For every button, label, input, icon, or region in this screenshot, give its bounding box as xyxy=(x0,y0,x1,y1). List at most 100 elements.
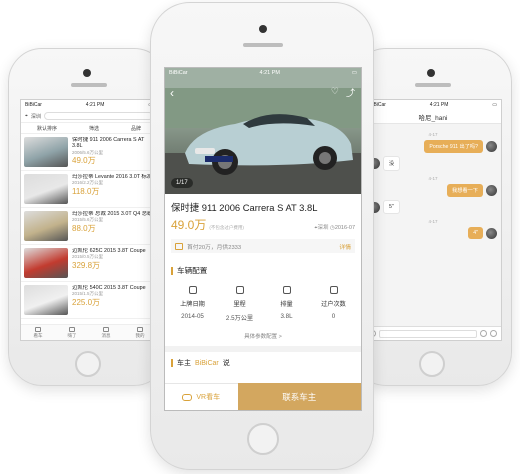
emoji-icon[interactable] xyxy=(480,330,487,337)
message-bubble[interactable]: 我想看一下 xyxy=(447,184,483,197)
home-button xyxy=(247,423,279,455)
showcase: BiBiCar 4:21 PM ▭ ⌖ 深圳 默认排序 筛选 品牌 保时捷 91… xyxy=(0,0,520,474)
carrier: BiBiCar xyxy=(25,102,42,108)
photo-counter: 1/17 xyxy=(171,178,193,188)
share-icon[interactable]: ⤴ xyxy=(346,86,355,99)
tab-bar: 看车 嗨了 消息 我的 xyxy=(21,324,157,340)
list-item[interactable]: 玛莎拉蒂 Levante 2016 3.0T 标准 2016/2.2万公里 118.… xyxy=(21,171,157,208)
avatar[interactable] xyxy=(486,141,497,152)
location-icon: ⌖ xyxy=(25,113,28,119)
tab-messages[interactable]: 消息 xyxy=(102,326,111,339)
car-thumbnail xyxy=(24,248,68,278)
card-icon xyxy=(175,242,183,250)
add-icon[interactable] xyxy=(490,330,497,337)
tab-profile[interactable]: 我的 xyxy=(136,326,145,339)
chat-message: 我想看一下 xyxy=(369,184,497,197)
chat-message: 没 xyxy=(369,156,497,171)
status-bar: BiBiCar 4:21 PM ▭ xyxy=(365,100,501,110)
config-cell: 排量 3.8L xyxy=(267,286,307,322)
spec-value: 3.8L xyxy=(280,313,293,320)
speaker xyxy=(71,83,107,87)
full-specs-link[interactable]: 具体参数配置 > xyxy=(165,324,361,352)
config-grid: 上牌日期 2014-05 里程 2.5万公里 排量 3.8L 过户次数 0 xyxy=(165,278,361,324)
config-cell: 上牌日期 2014-05 xyxy=(173,286,213,322)
speaker xyxy=(243,43,283,47)
city-selector[interactable]: 深圳 xyxy=(31,113,41,120)
spec-icon xyxy=(282,286,291,294)
sort-dropdown[interactable]: 默认排序 xyxy=(37,125,57,132)
chat-screen: BiBiCar 4:21 PM ▭ ‹ 哈尼_hani 4-17 Porsche … xyxy=(364,99,502,341)
chat-message: 5" xyxy=(369,200,497,214)
clock: 4:21 PM xyxy=(259,70,280,76)
car-title: 保时捷 911 2006 Carrera S AT 3.8L xyxy=(171,202,318,213)
vr-headset-icon xyxy=(182,393,193,401)
mail-icon xyxy=(103,326,109,332)
spec-value: 0 xyxy=(331,313,336,320)
message-bubble[interactable]: 4" xyxy=(468,227,483,239)
car-thumbnail xyxy=(24,285,68,315)
spec-value: 2014-05 xyxy=(181,313,204,320)
car-thumbnail xyxy=(24,211,68,241)
chat-input-bar xyxy=(365,326,501,340)
filter-dropdown[interactable]: 筛选 xyxy=(89,125,99,132)
car-photo[interactable]: BiBiCar 4:21 PM ▭ ‹ ♡ ⤴ 1/17 xyxy=(165,68,361,194)
owner-says-heading: 车主 BiBiCar 说 xyxy=(165,352,361,374)
config-cell: 过户次数 0 xyxy=(314,286,354,322)
phone-chat: BiBiCar 4:21 PM ▭ ‹ 哈尼_hani 4-17 Porsche … xyxy=(352,48,512,386)
back-icon[interactable]: ‹ xyxy=(170,86,174,100)
finance-row[interactable]: 首付20万，月供2333 详情 xyxy=(171,239,355,253)
spec-icon xyxy=(188,286,197,294)
price: 49.0万 xyxy=(171,218,207,232)
accent-bar xyxy=(171,359,173,367)
filter-bar: 默认排序 筛选 品牌 xyxy=(21,123,157,134)
camera xyxy=(427,69,435,77)
message-input[interactable] xyxy=(379,329,477,338)
vr-view-button[interactable]: VR看车 xyxy=(165,383,238,410)
car-thumbnail xyxy=(24,137,68,167)
message-bubble[interactable]: 没 xyxy=(383,156,401,171)
listing-price: 88.0万 xyxy=(72,223,96,233)
config-heading: 车辆配置 xyxy=(165,259,361,278)
list-item[interactable]: 迈凯伦 540C 2015 3.8T Coupe 2015/1.5万公里 225.0… xyxy=(21,282,157,319)
tab-feed[interactable]: 嗨了 xyxy=(68,326,77,339)
message-bubble[interactable]: Porsche 911 出了吗? xyxy=(424,140,483,153)
status-bar: BiBiCar 4:21 PM ▭ xyxy=(21,100,157,110)
spec-icon xyxy=(235,286,244,294)
finance-details-link[interactable]: 详情 xyxy=(339,242,351,251)
list-item[interactable]: 迈凯伦 625C 2015 3.8T Coupe 2015/0.5万公里 329.8… xyxy=(21,245,157,282)
chat-header: ‹ 哈尼_hani xyxy=(365,110,501,124)
chat-timestamp: 4-17 xyxy=(428,132,438,137)
accent-bar xyxy=(171,266,173,275)
finance-text: 首付20万，月供2333 xyxy=(187,244,242,251)
list-item[interactable]: 玛莎拉蒂 总裁 2015 3.0T Q4 总统 2015/5.6万公里 88.0万 xyxy=(21,208,157,245)
listing-title: 保时捷 911 2006 Carrera S AT 3.8L xyxy=(72,137,145,150)
battery-icon: ▭ xyxy=(492,102,497,108)
list-item[interactable]: 保时捷 911 2006 Carrera S AT 3.8L 2006/5.6万公… xyxy=(21,134,157,171)
avatar[interactable] xyxy=(486,227,497,239)
listing-price: 225.0万 xyxy=(72,297,101,307)
phone-detail: BiBiCar 4:21 PM ▭ ‹ ♡ ⤴ 1/17 保时捷 911 200… xyxy=(150,2,374,470)
action-bar: VR看车 联系车主 xyxy=(165,383,361,410)
chat-thread: 4-17 Porsche 911 出了吗? 没 4-17 我想看一下 5" 4-17 4" xyxy=(365,124,501,245)
camera xyxy=(259,25,267,33)
list-header: ⌖ 深圳 xyxy=(21,110,157,123)
car-list: 保时捷 911 2006 Carrera S AT 3.8L 2006/5.6万公… xyxy=(21,134,157,319)
clock: 4:21 PM xyxy=(429,102,449,108)
contact-owner-button[interactable]: 联系车主 xyxy=(237,383,361,410)
avatar[interactable] xyxy=(486,185,497,196)
home-button xyxy=(75,351,101,377)
search-input[interactable] xyxy=(43,112,153,120)
clock: 4:21 PM xyxy=(85,102,105,108)
user-icon xyxy=(137,326,143,332)
carrier: BiBiCar xyxy=(169,70,188,76)
brand-dropdown[interactable]: 品牌 xyxy=(131,125,141,132)
listing-price: 329.8万 xyxy=(72,260,101,270)
config-cell: 里程 2.5万公里 xyxy=(220,286,260,322)
camera xyxy=(83,69,91,77)
tab-browse[interactable]: 看车 xyxy=(34,326,43,339)
message-bubble[interactable]: 5" xyxy=(383,200,400,214)
speaker xyxy=(415,83,451,87)
heart-icon[interactable]: ♡ xyxy=(331,86,339,97)
car-thumbnail xyxy=(24,174,68,204)
chat-title: 哈尼_hani xyxy=(418,114,448,122)
